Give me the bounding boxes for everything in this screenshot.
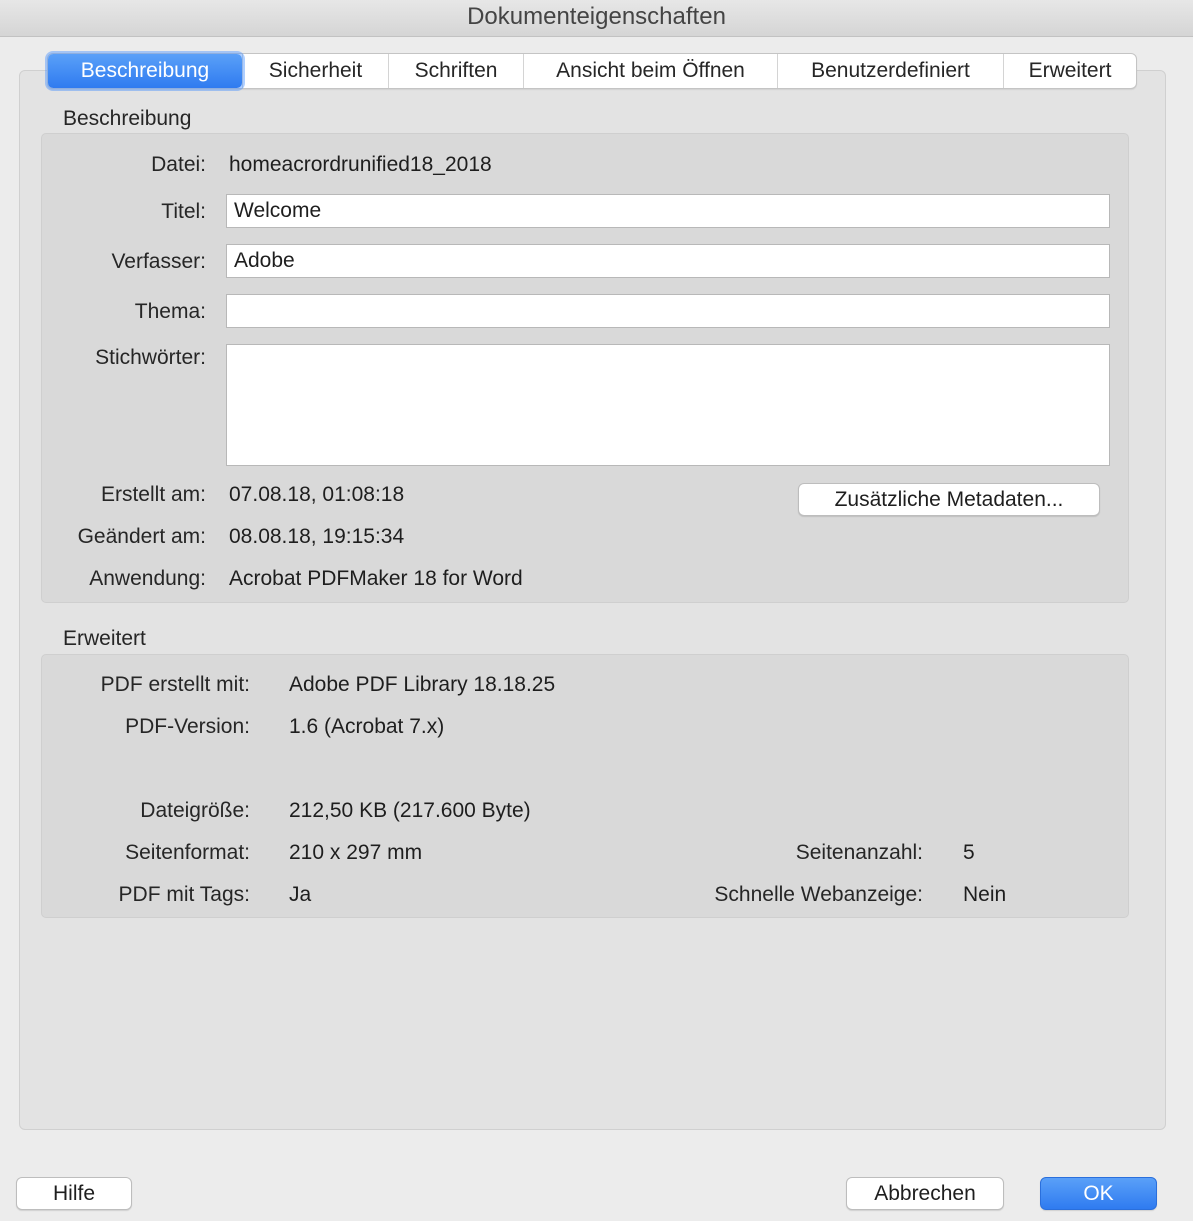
- application-label: Anwendung:: [89, 567, 206, 590]
- modified-value: 08.08.18, 19:15:34: [229, 525, 405, 548]
- ok-button[interactable]: OK: [1040, 1177, 1157, 1210]
- title-input[interactable]: [226, 194, 1110, 228]
- tab-benutzerdefiniert[interactable]: Benutzerdefiniert: [777, 54, 1003, 88]
- file-label: Datei:: [151, 153, 206, 176]
- title-label: Titel:: [161, 200, 206, 223]
- window-title: Dokumenteigenschaften: [467, 3, 726, 30]
- cancel-button[interactable]: Abbrechen: [846, 1177, 1004, 1210]
- tab-ansicht-beim-oeffnen[interactable]: Ansicht beim Öffnen: [523, 54, 777, 88]
- tab-erweitert[interactable]: Erweitert: [1003, 54, 1136, 88]
- pdf-version-value: 1.6 (Acrobat 7.x): [289, 715, 445, 738]
- pagecount-value: 5: [963, 841, 975, 864]
- title-bar: Dokumenteigenschaften: [0, 0, 1193, 37]
- help-button[interactable]: Hilfe: [16, 1177, 132, 1210]
- subject-input[interactable]: [226, 294, 1110, 328]
- fast-web-view-value: Nein: [963, 883, 1007, 906]
- file-value: homeacrordrunified18_2018: [229, 153, 492, 176]
- created-value: 07.08.18, 01:08:18: [229, 483, 405, 506]
- producer-label: PDF erstellt mit:: [100, 673, 250, 696]
- producer-value: Adobe PDF Library 18.18.25: [289, 673, 556, 696]
- filesize-label: Dateigröße:: [140, 799, 250, 822]
- fast-web-view-label: Schnelle Webanzeige:: [714, 883, 923, 906]
- created-label: Erstellt am:: [100, 483, 206, 506]
- pagecount-label: Seitenanzahl:: [795, 841, 923, 864]
- author-input[interactable]: [226, 244, 1110, 278]
- keywords-textarea[interactable]: [226, 344, 1110, 466]
- description-section-header: Beschreibung: [63, 107, 192, 130]
- tagged-pdf-value: Ja: [289, 883, 312, 906]
- pdf-version-label: PDF-Version:: [125, 715, 250, 738]
- keywords-label: Stichwörter:: [95, 346, 206, 369]
- tagged-pdf-label: PDF mit Tags:: [118, 883, 250, 906]
- pagesize-value: 210 x 297 mm: [289, 841, 423, 864]
- application-value: Acrobat PDFMaker 18 for Word: [229, 567, 523, 590]
- tab-beschreibung[interactable]: Beschreibung: [48, 54, 242, 88]
- pagesize-label: Seitenformat:: [125, 841, 250, 864]
- additional-metadata-button[interactable]: Zusätzliche Metadaten...: [798, 483, 1100, 516]
- tab-schriften[interactable]: Schriften: [388, 54, 523, 88]
- tab-sicherheit[interactable]: Sicherheit: [242, 54, 388, 88]
- modified-label: Geändert am:: [77, 525, 206, 548]
- author-label: Verfasser:: [111, 250, 206, 273]
- subject-label: Thema:: [134, 300, 206, 323]
- tab-bar: Beschreibung Sicherheit Schriften Ansich…: [47, 53, 1137, 89]
- filesize-value: 212,50 KB (217.600 Byte): [289, 799, 531, 822]
- advanced-section-header: Erweitert: [63, 627, 146, 650]
